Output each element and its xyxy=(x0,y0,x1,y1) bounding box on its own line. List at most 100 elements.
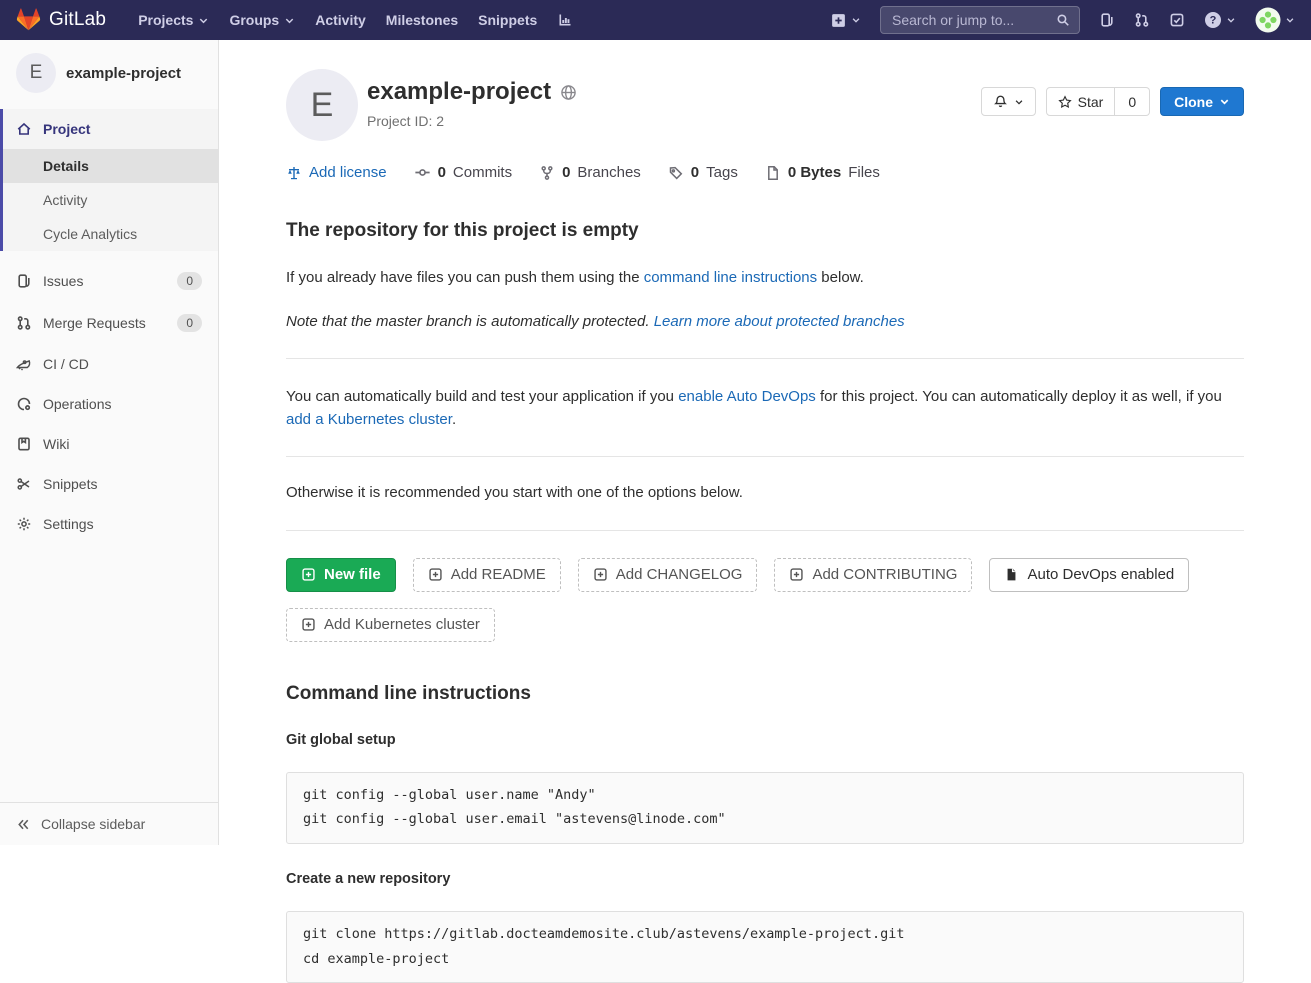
sidebar-section-project: Project Details Activity Cycle Analytics xyxy=(0,109,218,251)
sidebar-item-merge-requests[interactable]: Merge Requests 0 xyxy=(0,302,218,344)
git-global-setup-title: Git global setup xyxy=(286,732,1244,748)
plus-square-icon xyxy=(593,567,608,582)
navbar-links: Projects Groups Activity Milestones Snip… xyxy=(128,0,583,40)
navbar-item-projects[interactable]: Projects xyxy=(128,0,219,40)
plus-square-icon xyxy=(301,617,316,632)
star-count[interactable]: 0 xyxy=(1115,87,1150,116)
sidebar-item-settings[interactable]: Settings xyxy=(0,504,218,544)
otherwise-text: Otherwise it is recommended you start wi… xyxy=(286,482,1244,505)
sidebar-item-issues[interactable]: Issues 0 xyxy=(0,260,218,302)
book-icon xyxy=(16,436,32,452)
sidebar-item-project[interactable]: Project xyxy=(3,109,218,149)
sidebar-item-cycle-analytics[interactable]: Cycle Analytics xyxy=(3,217,218,251)
commits-stat[interactable]: 0 Commits xyxy=(414,164,513,181)
merge-requests-icon xyxy=(16,315,32,331)
navbar-item-milestones[interactable]: Milestones xyxy=(376,0,468,40)
project-avatar-small: E xyxy=(16,53,56,93)
project-sidebar: E example-project Project Details Activi… xyxy=(0,40,219,845)
sidebar-item-details[interactable]: Details xyxy=(3,149,218,183)
star-button[interactable]: Star xyxy=(1046,87,1116,116)
protected-branches-link[interactable]: Learn more about protected branches xyxy=(654,313,905,330)
main-content: E example-project Project ID: 2 xyxy=(219,0,1311,983)
search-input[interactable] xyxy=(890,11,1050,29)
add-license-link[interactable]: Add license xyxy=(286,164,387,181)
chevron-down-icon xyxy=(1285,15,1295,25)
scale-icon xyxy=(286,165,302,181)
home-icon xyxy=(16,121,32,137)
add-kubernetes-cluster-link[interactable]: add a Kubernetes cluster xyxy=(286,411,452,428)
document-icon xyxy=(1004,567,1019,582)
code-line: git config --global user.email "astevens… xyxy=(303,810,1227,830)
sidebar-item-wiki[interactable]: Wiki xyxy=(0,424,218,464)
cli-section-title: Command line instructions xyxy=(286,683,1244,705)
protected-branch-note: Note that the master branch is automatic… xyxy=(286,311,1244,334)
quick-action-buttons-row-2: Add Kubernetes cluster xyxy=(286,608,1244,642)
tags-stat[interactable]: 0 Tags xyxy=(668,164,738,181)
chevron-down-icon xyxy=(851,15,861,25)
add-changelog-button[interactable]: Add CHANGELOG xyxy=(578,558,758,592)
files-stat[interactable]: 0 Bytes Files xyxy=(765,164,880,181)
branches-stat[interactable]: 0 Branches xyxy=(539,164,641,181)
star-icon xyxy=(1058,95,1072,109)
sidebar-item-operations[interactable]: Operations xyxy=(0,384,218,424)
enable-auto-devops-link[interactable]: enable Auto DevOps xyxy=(678,388,816,405)
navbar-item-snippets[interactable]: Snippets xyxy=(468,0,547,40)
divider xyxy=(286,358,1244,359)
issues-icon xyxy=(16,273,32,289)
sidebar-project-context[interactable]: E example-project xyxy=(0,40,218,105)
sidebar-item-ci-cd[interactable]: CI / CD xyxy=(0,344,218,384)
navbar-right-cluster: ? xyxy=(830,6,1295,34)
chevron-down-icon xyxy=(1014,97,1024,107)
plus-square-icon xyxy=(428,567,443,582)
chevron-down-icon xyxy=(198,15,209,26)
plus-square-icon xyxy=(301,567,316,582)
bell-icon xyxy=(993,94,1008,109)
gitlab-brand-text: GitLab xyxy=(49,9,106,31)
sidebar-nav: Project Details Activity Cycle Analytics… xyxy=(0,109,218,544)
gitlab-tanuki-logo-icon xyxy=(16,8,41,32)
help-dropdown[interactable]: ? xyxy=(1204,11,1236,29)
operations-icon xyxy=(16,396,32,412)
command-line-instructions-link[interactable]: command line instructions xyxy=(644,269,817,286)
new-menu-dropdown[interactable] xyxy=(830,12,861,29)
tag-icon xyxy=(668,165,684,181)
collapse-sidebar-button[interactable]: Collapse sidebar xyxy=(0,802,219,845)
page-title: example-project xyxy=(367,78,551,106)
clone-button[interactable]: Clone xyxy=(1160,87,1244,116)
navbar-item-activity[interactable]: Activity xyxy=(305,0,376,40)
global-search[interactable] xyxy=(880,6,1080,34)
user-menu-dropdown[interactable] xyxy=(1255,7,1295,33)
issues-icon[interactable] xyxy=(1099,12,1115,28)
merge-requests-icon[interactable] xyxy=(1134,12,1150,28)
notification-setting-button[interactable] xyxy=(981,87,1036,116)
navbar-item-groups[interactable]: Groups xyxy=(219,0,305,40)
auto-devops-enabled-button[interactable]: Auto DevOps enabled xyxy=(989,558,1189,592)
chevron-down-icon xyxy=(284,15,295,26)
document-icon xyxy=(765,165,781,181)
plus-square-icon xyxy=(789,567,804,582)
issues-count-badge: 0 xyxy=(177,272,202,290)
create-new-repository-title: Create a new repository xyxy=(286,871,1244,887)
gitlab-home-link[interactable]: GitLab xyxy=(16,8,106,32)
commit-icon xyxy=(414,164,431,181)
sidebar-item-activity[interactable]: Activity xyxy=(3,183,218,217)
gear-icon xyxy=(16,516,32,532)
sidebar-project-name: example-project xyxy=(66,65,181,82)
rocket-icon xyxy=(16,356,32,372)
add-kubernetes-cluster-button[interactable]: Add Kubernetes cluster xyxy=(286,608,495,642)
merge-requests-count-badge: 0 xyxy=(177,314,202,332)
help-icon: ? xyxy=(1204,11,1222,29)
globe-icon xyxy=(560,84,577,101)
add-readme-button[interactable]: Add README xyxy=(413,558,561,592)
double-chevron-left-icon xyxy=(16,817,31,832)
create-new-repository-code[interactable]: git clone https://gitlab.docteamdemosite… xyxy=(286,911,1244,983)
new-file-button[interactable]: New file xyxy=(286,558,396,592)
git-global-setup-code[interactable]: git config --global user.name "Andy" git… xyxy=(286,772,1244,844)
chevron-down-icon xyxy=(1219,96,1230,107)
charts-icon[interactable] xyxy=(547,0,583,40)
project-actions: Star 0 Clone xyxy=(981,87,1244,141)
todos-icon[interactable] xyxy=(1169,12,1185,28)
sidebar-item-snippets[interactable]: Snippets xyxy=(0,464,218,504)
divider xyxy=(286,456,1244,457)
add-contributing-button[interactable]: Add CONTRIBUTING xyxy=(774,558,972,592)
